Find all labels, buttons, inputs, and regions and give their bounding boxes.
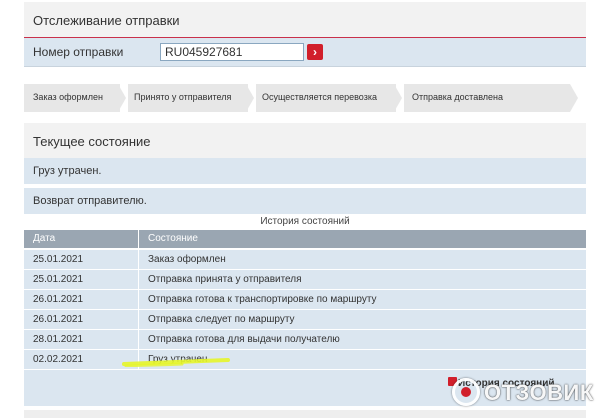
current-action-text: Возврат отправителю.	[33, 195, 147, 207]
arrow-right-icon: ›	[313, 45, 317, 59]
tracking-number-row: Номер отправки ›	[24, 38, 586, 67]
row-state: Отправка готова к транспортировке по мар…	[148, 294, 377, 305]
tracking-number-input[interactable]	[160, 43, 304, 61]
column-state: Состояние	[148, 233, 198, 244]
history-caption: История состояний	[260, 216, 350, 227]
current-status-header: Текущее состояние	[24, 123, 586, 159]
step-accepted: Принято у отправителя	[128, 84, 248, 112]
row-date: 26.01.2021	[33, 294, 84, 305]
table-row: 26.01.2021 Отправка следует по маршруту	[24, 310, 586, 330]
table-row: 28.01.2021 Отправка готова для выдачи по…	[24, 330, 586, 350]
bottom-bar	[24, 410, 586, 418]
tracking-number-label: Номер отправки	[33, 45, 124, 59]
table-row: 25.01.2021 Отправка принята у отправител…	[24, 270, 586, 290]
progress-steps: Заказ оформлен Принято у отправителя Осу…	[24, 84, 578, 112]
current-status-text: Груз утрачен.	[33, 165, 102, 177]
row-date: 25.01.2021	[33, 274, 84, 285]
row-date: 26.01.2021	[33, 314, 84, 325]
table-row: 26.01.2021 Отправка готова к транспортир…	[24, 290, 586, 310]
table-row: 02.02.2021 Груз утрачен	[24, 350, 586, 370]
row-state: Отправка принята у отправителя	[148, 274, 302, 285]
row-date: 02.02.2021	[33, 354, 84, 365]
row-date: 28.01.2021	[33, 334, 84, 345]
track-submit-button[interactable]: ›	[307, 44, 323, 60]
step-order-created: Заказ оформлен	[24, 84, 120, 112]
row-state: Отправка готова для выдачи получателю	[148, 334, 340, 345]
step-in-transit: Осуществляется перевозка	[256, 84, 396, 112]
current-status-row: Груз утрачен.	[24, 158, 586, 185]
row-state: Отправка следует по маршруту	[148, 314, 295, 325]
table-row: 25.01.2021 Заказ оформлен	[24, 250, 586, 270]
history-table-header: Дата Состояние	[24, 230, 586, 248]
step-delivered: Отправка доставлена	[404, 84, 570, 112]
otzovik-watermark: ОТЗОВИК	[452, 378, 594, 408]
watermark-text: ОТЗОВИК	[484, 380, 594, 405]
current-action-row: Возврат отправителю.	[24, 188, 586, 215]
row-date: 25.01.2021	[33, 254, 84, 265]
marker-highlight	[122, 358, 230, 367]
column-date: Дата	[33, 233, 56, 244]
current-status-title: Текущее состояние	[33, 134, 151, 149]
tracking-title: Отслеживание отправки	[33, 13, 180, 28]
tracking-section-header: Отслеживание отправки	[24, 2, 586, 38]
row-state: Заказ оформлен	[148, 254, 226, 265]
